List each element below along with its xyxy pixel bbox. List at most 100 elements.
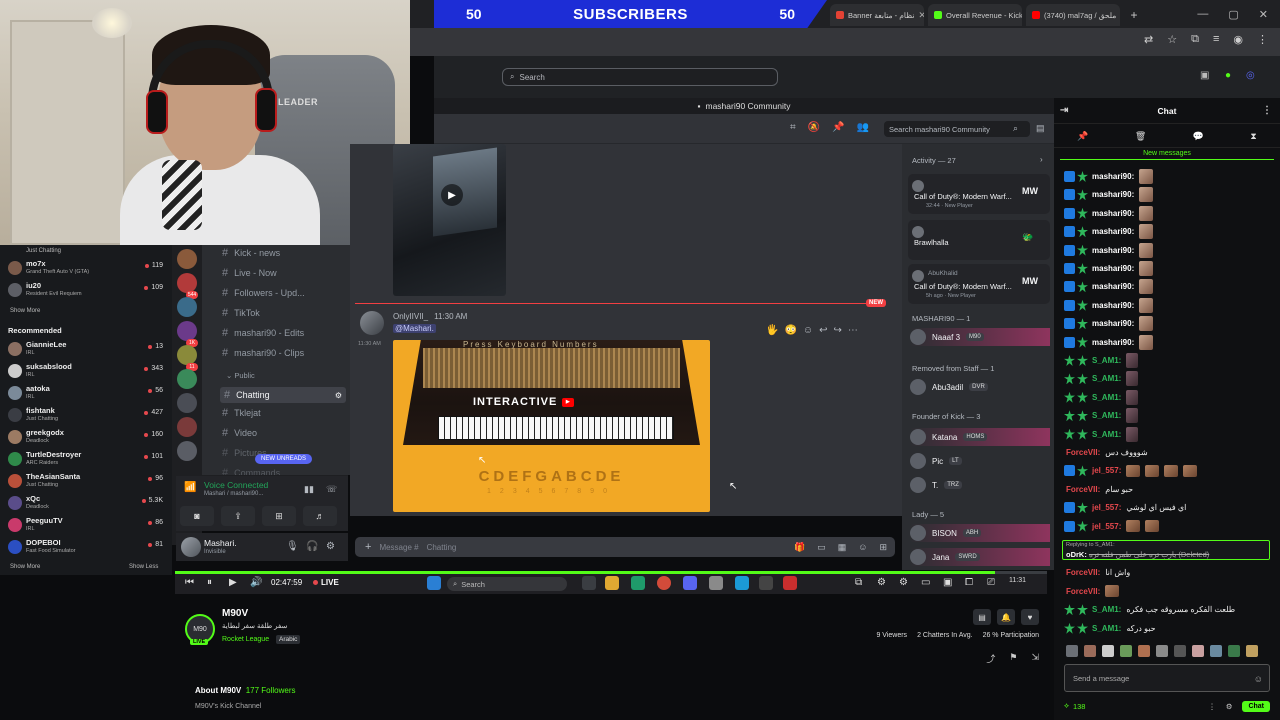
message-author[interactable]: OnlyIIVII_ [393, 312, 428, 321]
inbox-icon[interactable]: ▤ [1036, 123, 1045, 134]
server-search-input[interactable]: Search mashari90 Community [884, 121, 1030, 137]
rewind-icon[interactable]: ⏮ [185, 577, 194, 588]
extensions-icon[interactable]: ⧉ [1191, 33, 1199, 46]
server-icon[interactable] [177, 297, 197, 317]
browser-tab[interactable]: (3740) mal7ag / ملحق✕ [1026, 4, 1120, 26]
channel-item[interactable]: # Tklejat [222, 407, 261, 419]
taskbar-search[interactable]: ⌕ Search [447, 577, 567, 591]
obs-icon[interactable] [759, 576, 773, 590]
chat-username[interactable]: ForceVII: [1066, 485, 1100, 494]
steam-icon[interactable] [735, 576, 749, 590]
brave-icon[interactable] [783, 576, 797, 590]
channel-item[interactable]: # mashari90 - Edits [222, 327, 304, 339]
chat-message[interactable]: ForceVII: واش انا [1064, 564, 1130, 581]
theater-icon[interactable]: ▭ [921, 577, 930, 588]
inbox-icon[interactable]: ▣ [1200, 70, 1209, 81]
discord-search-input[interactable]: ⌕ Search [502, 68, 778, 86]
avatar[interactable] [360, 311, 384, 335]
new-tab-button[interactable]: + [1124, 4, 1144, 26]
timer-icon[interactable]: ⧗ [1250, 131, 1256, 142]
more-icon[interactable]: ⋯ [848, 325, 858, 336]
channel-item[interactable]: # Kick - news [222, 247, 280, 259]
chat-username[interactable]: mashari90: [1092, 172, 1134, 181]
recommended-channel[interactable]: suksabslood IRL 343 [8, 361, 163, 383]
reply-message[interactable]: Replying to S_AM1: oDrK: يارب تره على طم… [1062, 540, 1270, 560]
member-item[interactable]: Abu3adil DVR [910, 378, 1050, 396]
chat-message[interactable]: mashari90: [1064, 186, 1154, 203]
notepad-icon[interactable] [709, 576, 723, 590]
user-mention[interactable]: @Mashari. [393, 324, 436, 333]
points-count[interactable]: 138 [1073, 702, 1086, 711]
chat-message[interactable]: S_AM1: [1064, 426, 1139, 443]
chat-message[interactable]: jel_557: [1064, 462, 1198, 479]
emote-icon[interactable] [1192, 645, 1204, 657]
chat-username[interactable]: S_AM1: [1092, 374, 1121, 383]
chat-username[interactable]: mashari90: [1092, 246, 1134, 255]
chat-message[interactable]: mashari90: [1064, 205, 1154, 222]
show-less-link[interactable]: Show Less [129, 564, 158, 570]
recommended-channel[interactable]: fishtank Just Chatting 427 [8, 405, 163, 427]
emote-icon[interactable] [1210, 645, 1222, 657]
dashboard-button[interactable]: ▤ [973, 609, 991, 625]
server-icon[interactable] [177, 393, 197, 413]
server-icon[interactable] [177, 345, 197, 365]
volume-icon[interactable]: 🔊 [250, 577, 262, 588]
delete-icon[interactable]: 🗑 [1135, 131, 1146, 142]
emote-icon[interactable] [1102, 645, 1114, 657]
chat-message[interactable]: mashari90: [1064, 223, 1154, 240]
followed-channel[interactable]: mo7x Grand Theft Auto V (GTA) 119 [8, 258, 163, 280]
threads-icon[interactable]: ⌗ [790, 122, 796, 133]
emote-icon[interactable] [1228, 645, 1240, 657]
browser-tab[interactable]: Banner نظام - متابعة ✕ [830, 4, 924, 26]
forward-icon[interactable]: ↪ [834, 325, 842, 336]
chat-username[interactable]: ForceVII: [1066, 448, 1100, 457]
report-icon[interactable]: ⚑ [1009, 652, 1017, 665]
translate-icon[interactable]: ⇄ [1144, 33, 1153, 46]
hand-emoji-icon[interactable]: 🖐 [766, 325, 778, 336]
recommended-channel[interactable]: greekgodx Deadlock 160 [8, 427, 163, 449]
chat-bubble-icon[interactable]: 💬 [1193, 131, 1204, 142]
chat-message[interactable]: S_AM1: [1064, 370, 1139, 387]
chevron-right-icon[interactable]: › [1040, 155, 1043, 164]
chat-message[interactable]: mashari90: [1064, 334, 1154, 351]
recommended-channel[interactable]: DOPEBOI Fast Food Simulator 81 [8, 537, 163, 559]
more-icon[interactable]: ⋮ [1262, 105, 1272, 116]
quality-icon[interactable]: ⚙ [899, 577, 908, 588]
chat-message[interactable]: mashari90: [1064, 242, 1154, 259]
chrome-icon[interactable] [657, 576, 671, 590]
language-tag[interactable]: Arabic [276, 635, 301, 644]
channel-category-label[interactable]: ⌄ Public [226, 371, 255, 380]
pip-icon[interactable]: ▣ [943, 577, 952, 588]
chat-username[interactable]: S_AM1: [1092, 430, 1121, 439]
chat-message[interactable]: mashari90: [1064, 297, 1154, 314]
mute-icon[interactable]: 🔕 [808, 122, 820, 133]
emote-icon[interactable] [1066, 645, 1078, 657]
chat-username[interactable]: ForceVII: [1066, 587, 1100, 596]
sticker-icon[interactable]: ▦ [838, 542, 847, 553]
file-explorer-icon[interactable] [605, 576, 619, 590]
chat-message[interactable]: mashari90: [1064, 315, 1154, 332]
chat-username[interactable]: mashari90: [1092, 319, 1134, 328]
settings-icon[interactable]: ⚙ [326, 541, 335, 552]
disconnect-icon[interactable]: ☏ [326, 484, 337, 495]
chat-username[interactable]: S_AM1: [1092, 356, 1121, 365]
chat-message-input[interactable]: Send a message ☺ [1064, 664, 1270, 692]
chat-message[interactable]: S_AM1: [1064, 407, 1139, 424]
favorite-button[interactable]: ♥ [1021, 609, 1039, 625]
chat-message[interactable]: jel_557: اي فيس اي لوشي [1064, 499, 1186, 516]
piano-embed-image[interactable]: Press Keyboard Numbers INTERACTIVE ▶ CDEF… [393, 340, 710, 512]
profile-icon[interactable]: ◉ [1233, 33, 1243, 46]
emote-icon[interactable] [1174, 645, 1186, 657]
close-window-button[interactable]: ✕ [1259, 8, 1268, 21]
emote-icon[interactable] [1156, 645, 1168, 657]
search-icon[interactable]: ⌕ [1013, 123, 1018, 134]
send-chat-button[interactable]: Chat [1242, 700, 1270, 712]
screen-share-button[interactable]: ⇪ [221, 506, 255, 526]
emote-icon[interactable] [1138, 645, 1150, 657]
chat-username[interactable]: mashari90: [1092, 190, 1134, 199]
new-unreads-pill[interactable]: NEW UNREADS [255, 454, 313, 464]
member-item[interactable]: T. TRZ [910, 476, 1050, 494]
windows-start-icon[interactable] [427, 576, 441, 590]
emote-icon[interactable] [1084, 645, 1096, 657]
server-icon[interactable] [177, 321, 197, 341]
